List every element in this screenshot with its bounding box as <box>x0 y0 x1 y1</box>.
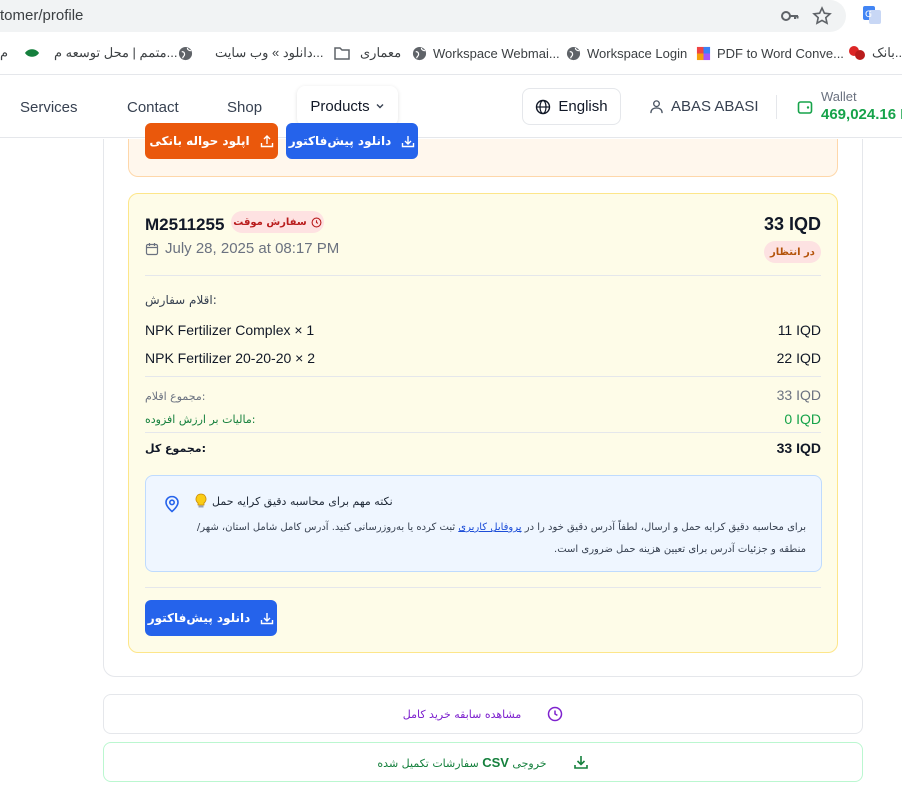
view-history-button[interactable]: مشاهده سابقه خرید کامل <box>103 694 863 734</box>
browser-address-row: tomer/profile G <box>0 0 902 34</box>
download-icon <box>261 613 274 625</box>
temporary-order-badge: سفارش موقت <box>231 211 324 233</box>
bank-icon <box>849 46 865 60</box>
order-card: M2511255 سفارش موقت July 28, 2025 at 08:… <box>128 193 838 653</box>
lightbulb-icon <box>195 493 207 508</box>
products-label: Products <box>310 97 370 115</box>
shipping-note: نکته مهم برای محاسبه دقیق کرایه حمل برای… <box>145 475 822 572</box>
bookmark-item[interactable]: Workspace Login <box>566 44 687 62</box>
address-url[interactable]: tomer/profile <box>0 7 83 24</box>
profile-link[interactable]: پروفایل کاربری <box>458 522 521 533</box>
user-icon <box>650 100 663 114</box>
download-icon <box>573 756 588 769</box>
language-button[interactable]: English <box>522 88 621 125</box>
grand-total-label: مجموع کل: <box>145 442 206 455</box>
subtotal-label: مجموع اقلام: <box>145 390 206 403</box>
download-invoice-button[interactable]: دانلود پیش‌فاکتور <box>145 600 277 636</box>
wallet-label: Wallet <box>821 89 857 104</box>
note-title: نکته مهم برای محاسبه دقیق کرایه حمل <box>194 493 393 509</box>
history-label: مشاهده سابقه خرید کامل <box>402 707 522 721</box>
download-label: دانلود پیش‌فاکتور <box>147 611 251 625</box>
folder-icon <box>334 47 350 60</box>
language-label: English <box>558 98 608 115</box>
subtotal-value: 33 IQD <box>776 387 821 403</box>
nav-divider <box>776 95 777 119</box>
order-id: M2511255 <box>145 215 225 234</box>
bookmark-item[interactable]: متمم | محل توسعه م... <box>24 44 177 62</box>
download-invoice-button[interactable]: دانلود پیش‌فاکتور <box>286 123 418 159</box>
list-item-name: NPK Fertilizer 20-20-20 × 2 <box>145 350 316 366</box>
upload-icon <box>260 135 273 148</box>
note-text: برای محاسبه دقیق کرایه حمل و ارسال، لطفا… <box>196 522 806 555</box>
list-item-name: NPK Fertilizer Complex × 1 <box>145 322 315 338</box>
clock-icon <box>311 217 322 227</box>
pdf-converter-icon <box>696 46 711 60</box>
user-name: ABAS ABASI <box>671 98 759 115</box>
calendar-icon <box>145 242 159 255</box>
grand-total-value: 33 IQD <box>776 440 821 456</box>
divider <box>145 587 821 588</box>
map-pin-icon <box>163 495 181 517</box>
status-badge: در انتظار <box>764 241 821 263</box>
wallet-balance[interactable]: 469,024.16 I <box>821 106 902 123</box>
download-icon <box>402 136 415 148</box>
bookmark-item[interactable]: Workspace Webmai... <box>412 44 560 62</box>
bookmark-item[interactable]: معماری <box>334 44 401 62</box>
wallet-icon <box>797 99 813 119</box>
globe-icon <box>566 46 581 60</box>
divider <box>145 275 821 276</box>
bookmarks-bar: م متمم | محل توسعه م... دانلود » وب سایت… <box>0 40 902 66</box>
key-icon[interactable] <box>780 6 800 26</box>
divider <box>145 376 821 377</box>
globe-icon <box>412 46 427 60</box>
divider <box>145 432 821 433</box>
download-label: دانلود پیش‌فاکتور <box>288 134 392 148</box>
site-navbar: Services Contact Shop Products English A… <box>0 74 902 138</box>
upload-bank-transfer-button[interactable]: اپلود حواله بانکی <box>145 123 278 159</box>
globe-icon <box>536 99 551 114</box>
clock-icon <box>548 706 563 722</box>
export-csv-button[interactable]: سفارشات تکمیل شده CSV خروجی <box>103 742 863 782</box>
previous-order-card: اپلود حواله بانکی دانلود پیش‌فاکتور <box>128 123 838 177</box>
star-icon[interactable] <box>812 6 832 26</box>
order-date: July 28, 2025 at 08:17 PM <box>145 240 339 257</box>
bookmark-item[interactable]: م <box>0 44 8 62</box>
csv-label: سفارشات تکمیل شده CSV خروجی <box>377 754 547 770</box>
nav-link-contact[interactable]: Contact <box>127 99 179 116</box>
user-menu[interactable]: ABAS ABASI <box>649 98 759 115</box>
svg-text:G: G <box>865 10 872 20</box>
bookmark-item[interactable]: دانلود » وب سایت... <box>178 44 324 62</box>
address-bar[interactable] <box>0 0 846 32</box>
chevron-down-icon <box>376 104 384 109</box>
vat-value: 0 IQD <box>784 411 821 427</box>
translate-extension-icon[interactable]: G <box>862 5 882 25</box>
vat-label: مالیات بر ارزش افزوده: <box>145 413 256 426</box>
bookmark-item[interactable]: PDF to Word Conve... <box>696 44 844 62</box>
globe-icon <box>178 46 193 60</box>
items-title: اقلام سفارش: <box>145 293 217 307</box>
bookmark-item[interactable]: بانک... <box>848 44 902 62</box>
nav-link-services[interactable]: Services <box>20 99 78 116</box>
order-total-amount: 33 IQD <box>763 214 821 234</box>
list-item-price: 11 IQD <box>777 322 821 338</box>
nav-link-shop[interactable]: Shop <box>227 99 262 116</box>
list-item-price: 22 IQD <box>776 350 821 366</box>
upload-label: اپلود حواله بانکی <box>149 134 250 148</box>
products-dropdown[interactable]: Products <box>297 86 398 126</box>
leaf-icon <box>25 49 39 57</box>
